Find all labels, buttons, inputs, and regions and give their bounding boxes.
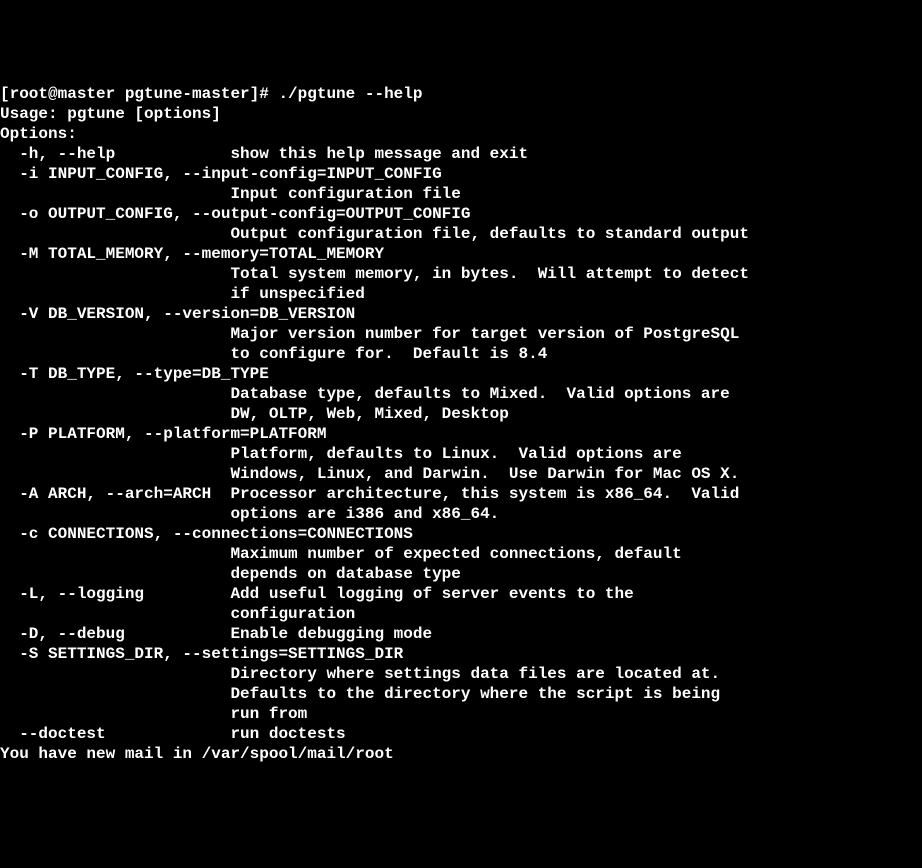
terminal-line: if unspecified: [0, 284, 922, 304]
terminal-line: -o OUTPUT_CONFIG, --output-config=OUTPUT…: [0, 204, 922, 224]
terminal-line: -S SETTINGS_DIR, --settings=SETTINGS_DIR: [0, 644, 922, 664]
terminal-line: Total system memory, in bytes. Will atte…: [0, 264, 922, 284]
terminal-line: -T DB_TYPE, --type=DB_TYPE: [0, 364, 922, 384]
terminal-line: -h, --help show this help message and ex…: [0, 144, 922, 164]
terminal-line: Major version number for target version …: [0, 324, 922, 344]
terminal-line: Database type, defaults to Mixed. Valid …: [0, 384, 922, 404]
terminal-line: Defaults to the directory where the scri…: [0, 684, 922, 704]
terminal-line: -V DB_VERSION, --version=DB_VERSION: [0, 304, 922, 324]
terminal-line: -D, --debug Enable debugging mode: [0, 624, 922, 644]
terminal-line: Platform, defaults to Linux. Valid optio…: [0, 444, 922, 464]
terminal-line: configuration: [0, 604, 922, 624]
terminal-line: run from: [0, 704, 922, 724]
terminal-line: Usage: pgtune [options]: [0, 104, 922, 124]
terminal-line: -M TOTAL_MEMORY, --memory=TOTAL_MEMORY: [0, 244, 922, 264]
terminal-window[interactable]: [root@master pgtune-master]# ./pgtune --…: [0, 84, 922, 764]
terminal-line: Options:: [0, 124, 922, 144]
terminal-line: --doctest run doctests: [0, 724, 922, 744]
terminal-line: to configure for. Default is 8.4: [0, 344, 922, 364]
terminal-line: depends on database type: [0, 564, 922, 584]
terminal-line: -i INPUT_CONFIG, --input-config=INPUT_CO…: [0, 164, 922, 184]
terminal-line: -L, --logging Add useful logging of serv…: [0, 584, 922, 604]
terminal-line: -P PLATFORM, --platform=PLATFORM: [0, 424, 922, 444]
terminal-line: Windows, Linux, and Darwin. Use Darwin f…: [0, 464, 922, 484]
terminal-line: DW, OLTP, Web, Mixed, Desktop: [0, 404, 922, 424]
terminal-line: [root@master pgtune-master]# ./pgtune --…: [0, 84, 922, 104]
terminal-line: Directory where settings data files are …: [0, 664, 922, 684]
terminal-line: Maximum number of expected connections, …: [0, 544, 922, 564]
terminal-line: -c CONNECTIONS, --connections=CONNECTION…: [0, 524, 922, 544]
terminal-line: options are i386 and x86_64.: [0, 504, 922, 524]
terminal-line: -A ARCH, --arch=ARCH Processor architect…: [0, 484, 922, 504]
terminal-line: Input configuration file: [0, 184, 922, 204]
terminal-line: Output configuration file, defaults to s…: [0, 224, 922, 244]
terminal-line: You have new mail in /var/spool/mail/roo…: [0, 744, 922, 764]
